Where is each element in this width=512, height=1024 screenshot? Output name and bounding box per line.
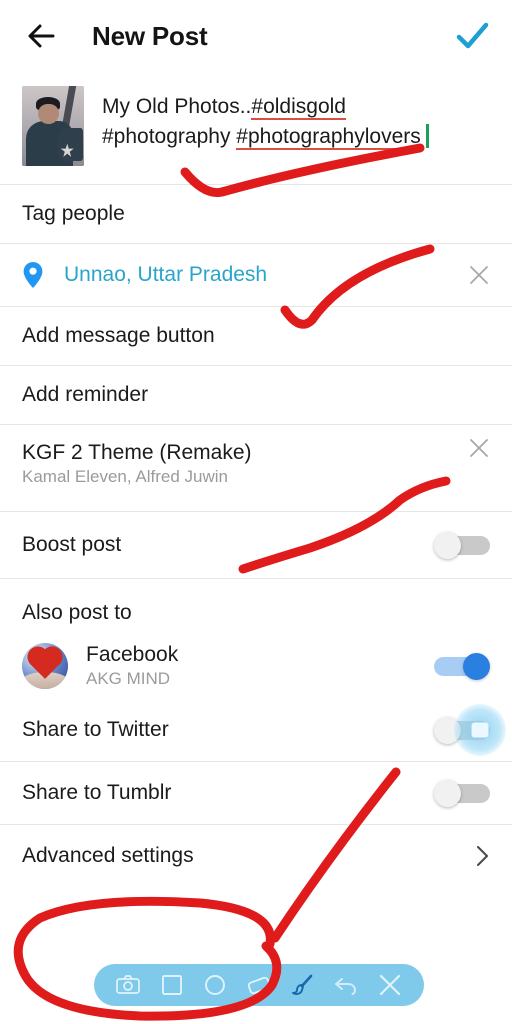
row-add-reminder[interactable]: Add reminder: [0, 366, 512, 424]
caption-plain-text: My Old Photos..: [102, 95, 252, 118]
facebook-account-name: AKG MIND: [86, 669, 171, 688]
row-advanced-settings[interactable]: Advanced settings: [0, 825, 512, 887]
advanced-settings-label: Advanced settings: [22, 844, 194, 867]
page-title: New Post: [92, 20, 208, 51]
app-header: New Post: [0, 0, 512, 72]
camera-icon[interactable]: [115, 972, 141, 998]
music-remove-close-icon[interactable]: [468, 437, 490, 459]
arrow-left-icon[interactable]: [22, 17, 60, 55]
music-artists: Kamal Eleven, Alfred Juwin: [22, 467, 228, 486]
location-name: Unnao, Uttar Pradesh: [64, 263, 268, 286]
text-cursor: [425, 124, 429, 148]
facebook-toggle[interactable]: [434, 653, 490, 680]
caption-hashtag-3: #photographylovers: [236, 125, 421, 148]
music-title: KGF 2 Theme (Remake): [22, 441, 252, 464]
chevron-right-icon[interactable]: [474, 844, 490, 868]
row-add-message-button[interactable]: Add message button: [0, 307, 512, 365]
new-post-screen: New Post My Old Photos..#oldisgold #phot…: [0, 0, 512, 1024]
caption-hashtag-1: #oldisgold: [251, 95, 346, 118]
facebook-account-avatar: [22, 643, 68, 689]
caption-input[interactable]: My Old Photos..#oldisgold #photography #…: [102, 86, 490, 152]
row-tumblr[interactable]: Share to Tumblr: [0, 762, 512, 824]
location-pin-icon: [22, 261, 44, 289]
circle-icon[interactable]: [202, 972, 228, 998]
twitter-label: Share to Twitter: [22, 718, 169, 741]
undo-icon[interactable]: [333, 972, 359, 998]
caption-hashtag-2: #photography: [102, 125, 231, 148]
row-boost-post[interactable]: Boost post: [0, 512, 512, 578]
twitter-toggle[interactable]: [434, 717, 490, 744]
post-photo-thumbnail[interactable]: [22, 86, 84, 166]
add-reminder-label: Add reminder: [22, 383, 149, 406]
caption-composer[interactable]: My Old Photos..#oldisgold #photography #…: [0, 72, 512, 184]
row-music[interactable]: KGF 2 Theme (Remake) Kamal Eleven, Alfre…: [0, 425, 512, 511]
also-post-to-heading: Also post to: [22, 601, 132, 624]
close-icon[interactable]: [377, 972, 403, 998]
location-remove-close-icon[interactable]: [468, 264, 490, 286]
row-facebook[interactable]: Facebook AKG MIND: [0, 633, 512, 699]
check-icon[interactable]: [452, 16, 492, 56]
row-tag-people[interactable]: Tag people: [0, 185, 512, 243]
eraser-icon[interactable]: [246, 972, 272, 998]
add-message-button-label: Add message button: [22, 324, 215, 347]
tumblr-toggle[interactable]: [434, 780, 490, 807]
boost-post-toggle[interactable]: [434, 532, 490, 559]
brush-icon[interactable]: [290, 972, 316, 998]
drawing-toolbar[interactable]: [94, 964, 424, 1006]
row-twitter[interactable]: Share to Twitter: [0, 699, 512, 761]
boost-post-label: Boost post: [22, 533, 122, 556]
tumblr-label: Share to Tumblr: [22, 781, 172, 804]
tag-people-label: Tag people: [22, 202, 125, 225]
facebook-label: Facebook: [86, 643, 179, 666]
square-icon[interactable]: [159, 972, 185, 998]
row-location[interactable]: Unnao, Uttar Pradesh: [0, 244, 512, 306]
